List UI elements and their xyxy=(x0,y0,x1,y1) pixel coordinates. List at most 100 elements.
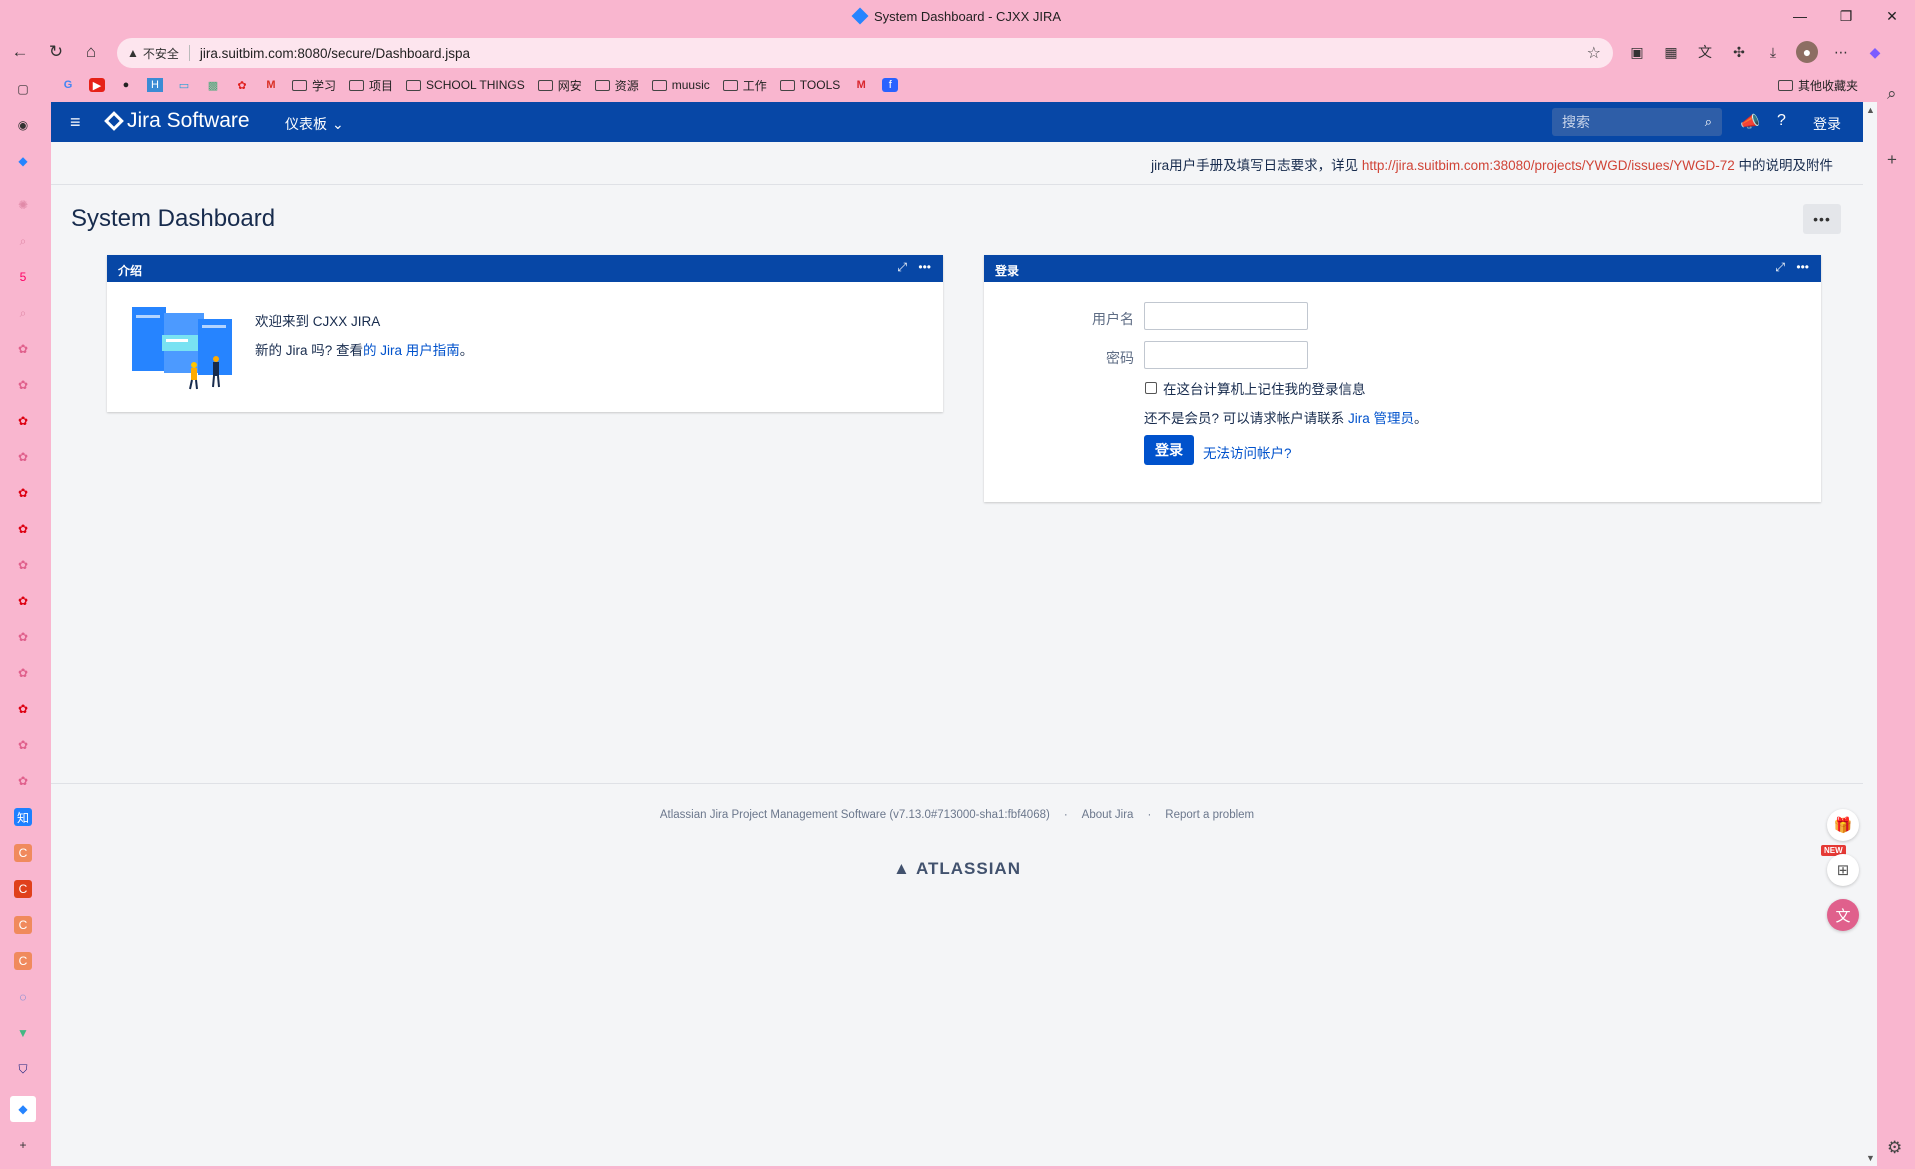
gift-icon[interactable]: 🎁 xyxy=(1827,809,1859,841)
reload-icon[interactable]: ↻ xyxy=(44,40,68,64)
address-bar[interactable]: ▲ 不安全 jira.suitbim.com:8080/secure/Dashb… xyxy=(117,38,1613,68)
copilot-icon[interactable]: ◆ xyxy=(1864,41,1886,63)
bookmark-app-icon[interactable]: f xyxy=(882,78,899,92)
home-icon[interactable]: ⌂ xyxy=(79,40,103,64)
translate-widget-icon[interactable]: 文 xyxy=(1827,899,1859,931)
scroll-down-icon[interactable]: ▼ xyxy=(1866,1153,1875,1163)
profile-avatar[interactable]: ● xyxy=(1796,41,1818,63)
sidebar-add-icon[interactable]: + xyxy=(1887,150,1897,170)
bookmark-folder[interactable]: 项目 xyxy=(349,77,393,94)
tab-vue-icon[interactable]: ▼ xyxy=(14,1024,32,1042)
tab-csdn-icon[interactable]: C xyxy=(14,880,32,898)
atlassian-logo[interactable]: ▲ ATLASSIAN xyxy=(51,859,1863,879)
gadget-menu-icon[interactable]: ••• xyxy=(918,260,931,274)
translate-icon[interactable]: 文 xyxy=(1694,41,1716,63)
download-icon[interactable]: ⤓ xyxy=(1762,41,1784,63)
tab-favicon-icon[interactable]: 5 xyxy=(14,268,32,286)
bilibili-icon[interactable]: ▭ xyxy=(176,78,192,92)
new-tab-icon[interactable]: + xyxy=(14,1136,32,1154)
tab-huawei-icon[interactable]: ✿ xyxy=(14,772,32,790)
tab-huawei-icon[interactable]: ✿ xyxy=(14,736,32,754)
remember-me-label[interactable]: 在这台计算机上记住我的登录信息 xyxy=(1163,378,1366,398)
google-icon[interactable]: G xyxy=(60,78,76,92)
maximize-icon[interactable]: ⤢ xyxy=(897,260,907,275)
restore-icon[interactable]: ❐ xyxy=(1823,0,1869,32)
tab-huawei-icon[interactable]: ✿ xyxy=(14,376,32,394)
search-input[interactable]: 搜索 ⌕ xyxy=(1552,108,1722,136)
bookmark-folder[interactable]: 网安 xyxy=(537,77,582,94)
youtube-icon[interactable]: ▶ xyxy=(89,78,105,92)
bookmark-folder[interactable]: TOOLS xyxy=(779,78,840,92)
bookmark-folder[interactable]: SCHOOL THINGS xyxy=(406,78,525,92)
back-arrow-icon[interactable]: ← xyxy=(8,40,32,64)
cant-access-link[interactable]: 无法访问帐户? xyxy=(1203,442,1292,462)
tab-actions-icon[interactable]: ▢ xyxy=(14,80,32,98)
url-text[interactable]: jira.suitbim.com:8080/secure/Dashboard.j… xyxy=(200,46,470,61)
mega-icon[interactable]: M xyxy=(853,78,869,92)
maximize-icon[interactable]: ⤢ xyxy=(1775,260,1785,275)
admin-link[interactable]: Jira 管理员 xyxy=(1348,411,1414,426)
bookmark-folder[interactable]: 学习 xyxy=(292,77,336,94)
dashboards-menu[interactable]: 仪表板 ⌄ xyxy=(285,114,344,134)
tab-huawei-icon[interactable]: ✿ xyxy=(14,484,32,502)
gadget-menu-icon[interactable]: ••• xyxy=(1796,260,1809,274)
tab-favicon-icon[interactable]: ⛉ xyxy=(14,1060,32,1078)
tab-huawei-icon[interactable]: ✿ xyxy=(14,556,32,574)
tab-huawei-icon[interactable]: ✿ xyxy=(14,448,32,466)
tab-huawei-icon[interactable]: ✿ xyxy=(14,664,32,682)
announcement-icon[interactable]: 📣 xyxy=(1740,112,1760,132)
help-icon[interactable]: ? xyxy=(1777,112,1786,130)
tab-huawei-icon[interactable]: ✿ xyxy=(14,412,32,430)
tab-favicon-icon[interactable]: ✺ xyxy=(14,196,32,214)
bookmark-folder[interactable]: 资源 xyxy=(594,77,639,94)
bookmark-game-icon[interactable]: ▩ xyxy=(205,78,221,92)
password-input[interactable] xyxy=(1144,341,1308,369)
jira-logo[interactable]: Jira Software xyxy=(104,109,250,133)
close-icon[interactable]: ✕ xyxy=(1869,0,1915,32)
banner-link[interactable]: http://jira.suitbim.com:38080/projects/Y… xyxy=(1362,158,1735,173)
minimize-icon[interactable]: — xyxy=(1777,0,1823,32)
tab-huawei-icon[interactable]: ✿ xyxy=(14,700,32,718)
login-button[interactable]: 登录 xyxy=(1144,435,1194,465)
settings-gear-icon[interactable]: ⚙ xyxy=(1887,1138,1902,1158)
tab-jira-icon[interactable]: ◆ xyxy=(14,152,32,170)
tab-loading-icon[interactable]: ◌ xyxy=(14,988,32,1006)
extensions-puzzle-icon[interactable]: ✣ xyxy=(1728,41,1750,63)
username-input[interactable] xyxy=(1144,302,1308,330)
bookmark-app-icon[interactable]: H xyxy=(147,78,163,92)
apps-grid-icon[interactable]: ⊞ xyxy=(1827,854,1859,886)
tab-csdn-icon[interactable]: C xyxy=(14,952,32,970)
tab-huawei-icon[interactable]: ✿ xyxy=(14,628,32,646)
security-label[interactable]: 不安全 xyxy=(143,45,179,62)
tab-huawei-icon[interactable]: ✿ xyxy=(14,520,32,538)
remember-me-checkbox[interactable] xyxy=(1145,382,1157,394)
report-problem-link[interactable]: Report a problem xyxy=(1165,809,1254,821)
dashboard-tools-button[interactable]: ••• xyxy=(1803,204,1841,234)
tab-huawei-icon[interactable]: ✿ xyxy=(14,340,32,358)
bookmark-folder[interactable]: 工作 xyxy=(722,77,767,94)
gmail-icon[interactable]: M xyxy=(263,78,279,92)
app-switcher-icon[interactable]: ≡ xyxy=(70,112,81,133)
bookmark-folder[interactable]: muusic xyxy=(651,78,710,92)
scroll-up-icon[interactable]: ▲ xyxy=(1866,105,1875,115)
tab-csdn-icon[interactable]: C xyxy=(14,916,32,934)
vertical-scrollbar[interactable]: ▲ ▼ xyxy=(1863,102,1877,1166)
tab-search-icon[interactable]: ⌕ xyxy=(14,304,32,322)
sidebar-search-icon[interactable]: ⌕ xyxy=(1887,84,1897,104)
more-menu-icon[interactable]: ⋯ xyxy=(1830,41,1852,63)
other-bookmarks[interactable]: 其他收藏夹 xyxy=(1778,77,1858,94)
huawei-icon[interactable]: ✿ xyxy=(234,78,250,92)
header-login-link[interactable]: 登录 xyxy=(1813,114,1841,134)
tab-csdn-icon[interactable]: C xyxy=(14,844,32,862)
about-jira-link[interactable]: About Jira xyxy=(1082,809,1134,821)
github-icon[interactable]: ● xyxy=(118,78,134,92)
extension-icon[interactable]: ▣ xyxy=(1626,41,1648,63)
tab-zhihu-icon[interactable]: 知 xyxy=(14,808,32,826)
tab-huawei-icon[interactable]: ✿ xyxy=(14,592,32,610)
favorite-star-icon[interactable]: ☆ xyxy=(1587,43,1601,63)
tab-search-icon[interactable]: ⌕ xyxy=(14,232,32,250)
qr-code-icon[interactable]: ▦ xyxy=(1660,41,1682,63)
tab-jira-active-icon[interactable]: ◆ xyxy=(10,1096,36,1122)
tab-favicon-icon[interactable]: ◉ xyxy=(14,116,32,134)
user-guide-link[interactable]: 的 Jira 用户指南 xyxy=(363,343,460,358)
